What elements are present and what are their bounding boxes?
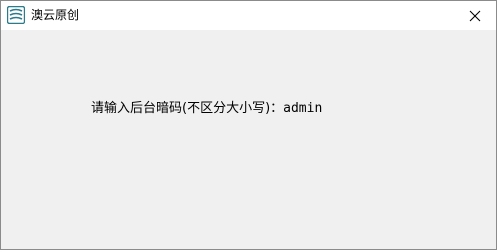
close-icon <box>469 10 481 22</box>
close-button[interactable] <box>454 1 496 30</box>
prompt-value: admin <box>283 101 323 116</box>
dialog-window: 澳云原创 请输入后台暗码(不区分大小写)：admin <box>0 0 497 250</box>
prompt-label: 请输入后台暗码(不区分大小写)： <box>91 101 284 116</box>
dialog-body: 请输入后台暗码(不区分大小写)：admin <box>1 30 496 249</box>
window-title: 澳云原创 <box>31 8 80 22</box>
prompt-message: 请输入后台暗码(不区分大小写)：admin <box>91 100 322 118</box>
title-bar[interactable]: 澳云原创 <box>1 1 496 30</box>
app-logo-icon <box>6 5 26 25</box>
